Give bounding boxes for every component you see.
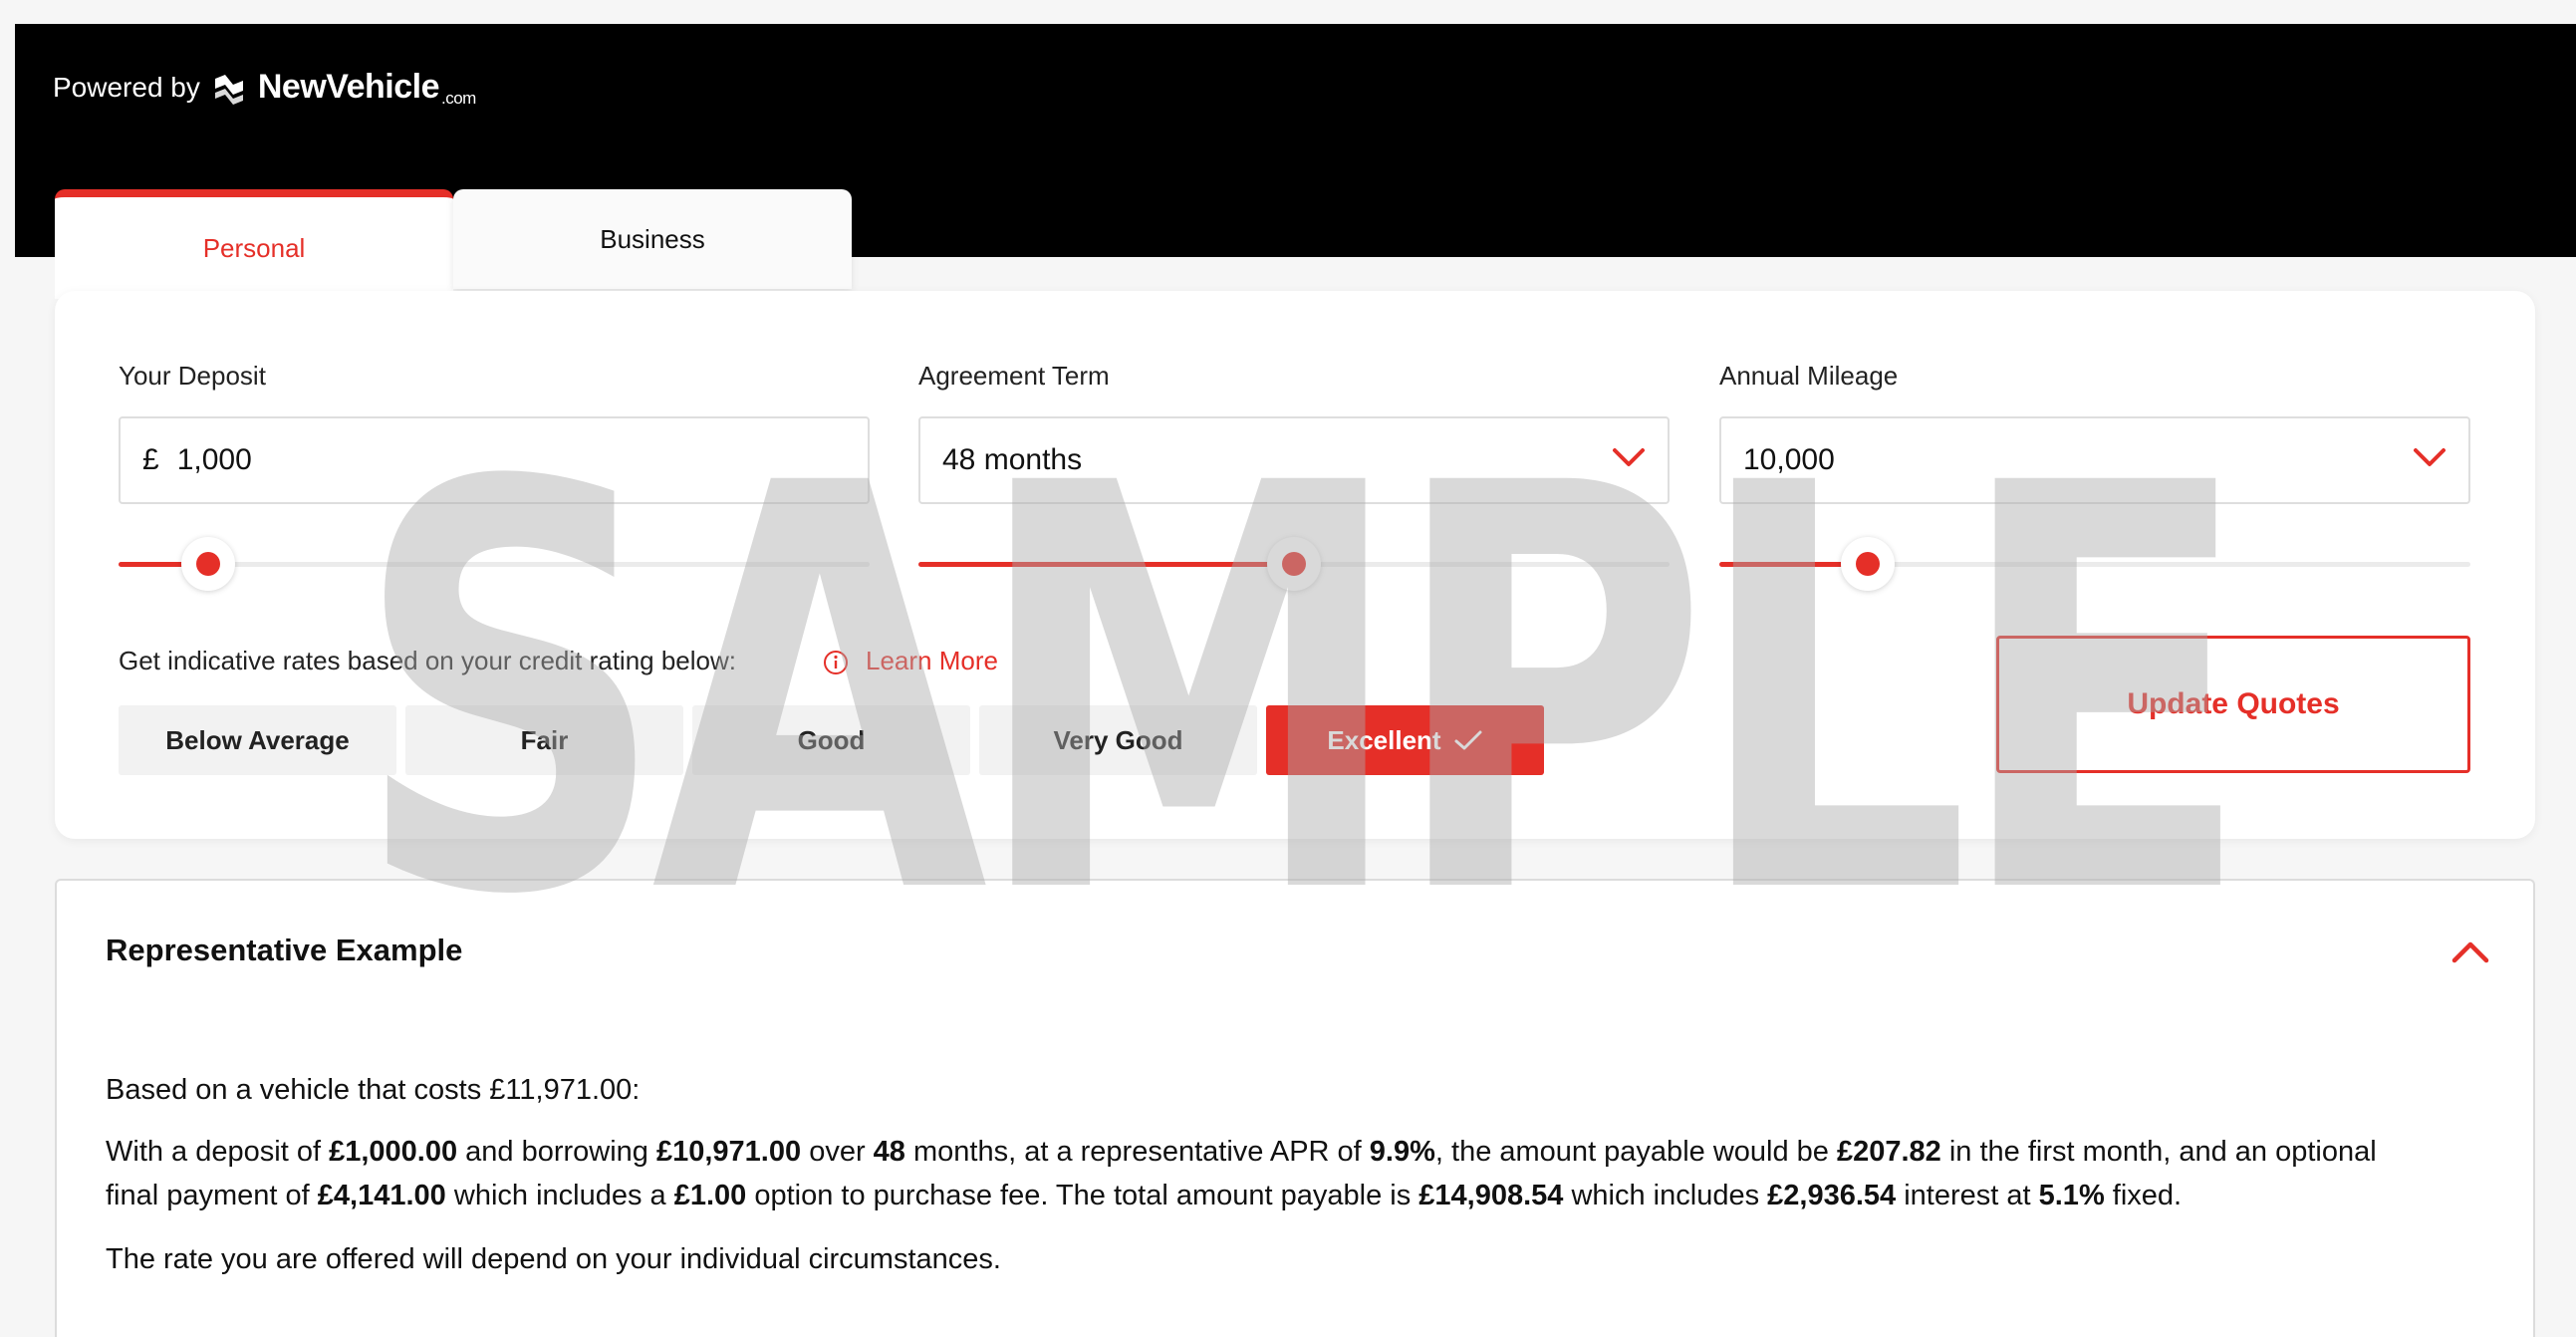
rating-below-average[interactable]: Below Average <box>119 705 396 775</box>
brand-tld: .com <box>440 89 476 108</box>
powered-by-label: Powered by <box>53 71 200 103</box>
credit-rating-prompt: Get indicative rates based on your credi… <box>119 646 737 675</box>
newvehicle-logo-icon <box>214 74 243 105</box>
representative-example-title: Representative Example <box>106 933 463 967</box>
term-slider[interactable] <box>918 537 1670 591</box>
rep-footer: The rate you are offered will depend on … <box>106 1243 1001 1275</box>
rep-text: fixed. <box>2104 1180 2183 1211</box>
rating-excellent[interactable]: Excellent <box>1266 705 1544 775</box>
check-icon <box>1454 730 1482 750</box>
tab-business[interactable]: Business <box>453 189 852 289</box>
rating-good[interactable]: Good <box>692 705 970 775</box>
tab-personal[interactable]: Personal <box>55 189 453 299</box>
rep-text: and borrowing <box>457 1136 656 1168</box>
rep-text: which includes <box>1563 1180 1768 1211</box>
mileage-slider[interactable] <box>1719 537 2470 591</box>
rep-option-fee: £1.00 <box>673 1180 747 1211</box>
deposit-input[interactable]: £ 1,000 <box>119 416 870 504</box>
rating-fair[interactable]: Fair <box>405 705 683 775</box>
rep-interest: £2,936.54 <box>1767 1180 1897 1211</box>
rep-text: final payment of <box>106 1180 318 1211</box>
rep-rate: 5.1% <box>2038 1180 2105 1211</box>
rep-text: With a deposit of <box>106 1136 330 1168</box>
term-label: Agreement Term <box>918 361 1110 391</box>
slider-thumb[interactable] <box>181 537 236 591</box>
rep-final-payment: £4,141.00 <box>317 1180 446 1211</box>
rep-total: £14,908.54 <box>1418 1180 1564 1211</box>
rating-very-good[interactable]: Very Good <box>979 705 1257 775</box>
mileage-select[interactable]: 10,000 <box>1719 416 2470 504</box>
deposit-label: Your Deposit <box>119 361 266 391</box>
rep-text: in the first month, and an optional <box>1940 1136 2377 1168</box>
rep-paragraph-1: With a deposit of £1,000.00 and borrowin… <box>106 1130 2496 1174</box>
rep-text: , the amount payable would be <box>1434 1136 1837 1168</box>
mileage-value: 10,000 <box>1743 443 1835 476</box>
rep-text: over <box>801 1136 874 1168</box>
rating-excellent-label: Excellent <box>1327 724 1441 755</box>
currency-symbol: £ <box>142 443 159 476</box>
rep-text: which includes a <box>445 1180 674 1211</box>
brand-text: NewVehicle <box>257 68 440 106</box>
term-value: 48 months <box>942 443 1083 476</box>
chevron-up-icon[interactable] <box>2451 940 2489 964</box>
update-quotes-button[interactable]: Update Quotes <box>1996 636 2470 773</box>
brand-name: NewVehicle .com <box>257 68 476 108</box>
rep-text: months, at a representative APR of <box>904 1136 1370 1168</box>
rep-text: option to purchase fee. The total amount… <box>746 1180 1419 1211</box>
info-icon[interactable] <box>823 650 849 675</box>
chevron-down-icon <box>2414 448 2446 466</box>
rep-borrowing: £10,971.00 <box>655 1136 802 1168</box>
deposit-value: 1,000 <box>176 443 252 476</box>
rep-intro: Based on a vehicle that costs £11,971.00… <box>106 1074 641 1106</box>
rep-text: interest at <box>1896 1180 2039 1211</box>
rep-months: 48 <box>873 1136 905 1168</box>
learn-more-link[interactable]: Learn More <box>866 646 998 676</box>
rep-deposit: £1,000.00 <box>329 1136 458 1168</box>
representative-example-panel: Representative Example Based on a vehicl… <box>55 879 2535 1337</box>
slider-thumb[interactable] <box>1840 537 1895 591</box>
rep-apr: 9.9% <box>1369 1136 1435 1168</box>
rep-first-payment: £207.82 <box>1836 1136 1941 1168</box>
chevron-down-icon <box>1613 448 1645 466</box>
mileage-label: Annual Mileage <box>1719 361 1899 391</box>
deposit-slider[interactable] <box>119 537 870 591</box>
rep-paragraph-2: final payment of £4,141.00 which include… <box>106 1174 2496 1217</box>
slider-thumb[interactable] <box>1267 537 1321 591</box>
term-select[interactable]: 48 months <box>918 416 1670 504</box>
powered-by: Powered by NewVehicle .com <box>53 68 476 108</box>
slider-fill <box>918 562 1294 567</box>
